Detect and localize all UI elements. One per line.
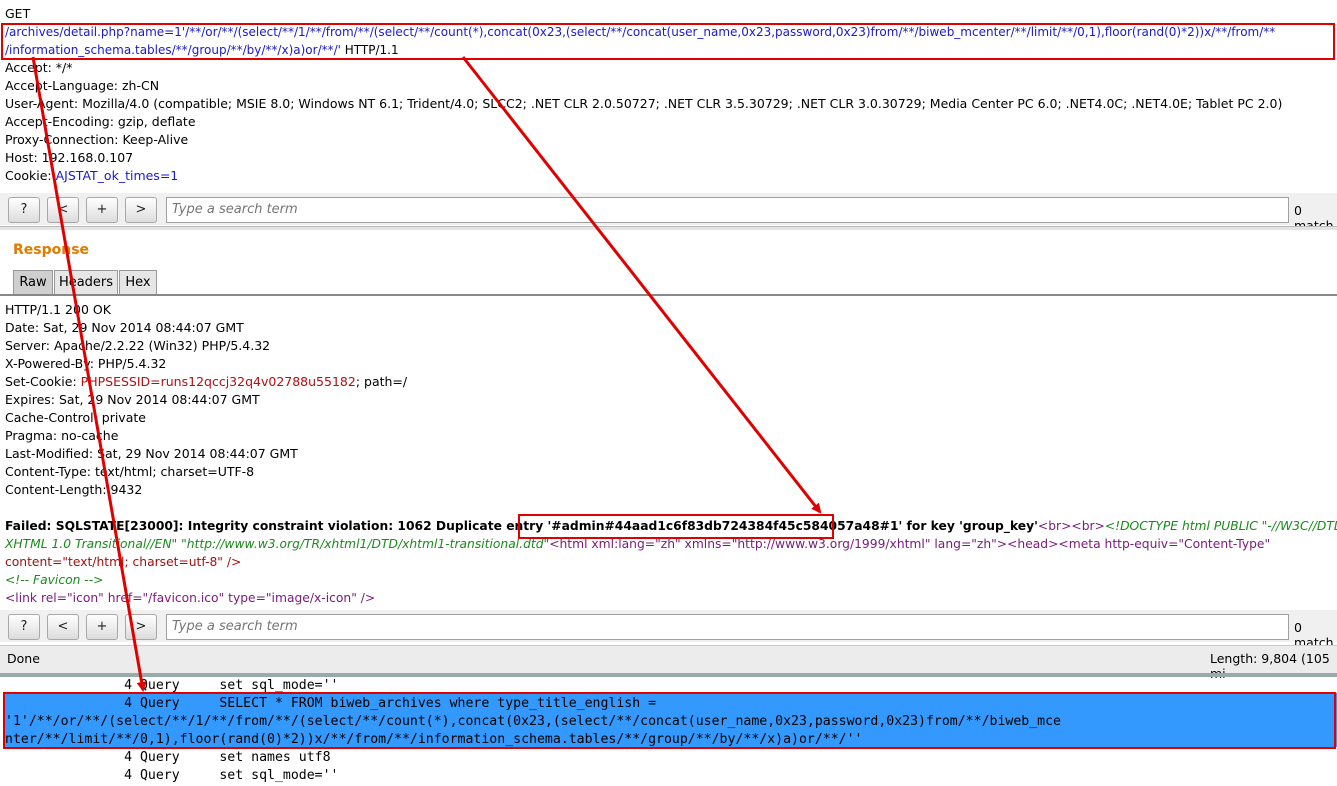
annotation-arrows [31,56,822,692]
arrow-to-hash [461,56,822,514]
arrow-to-log [31,56,147,692]
